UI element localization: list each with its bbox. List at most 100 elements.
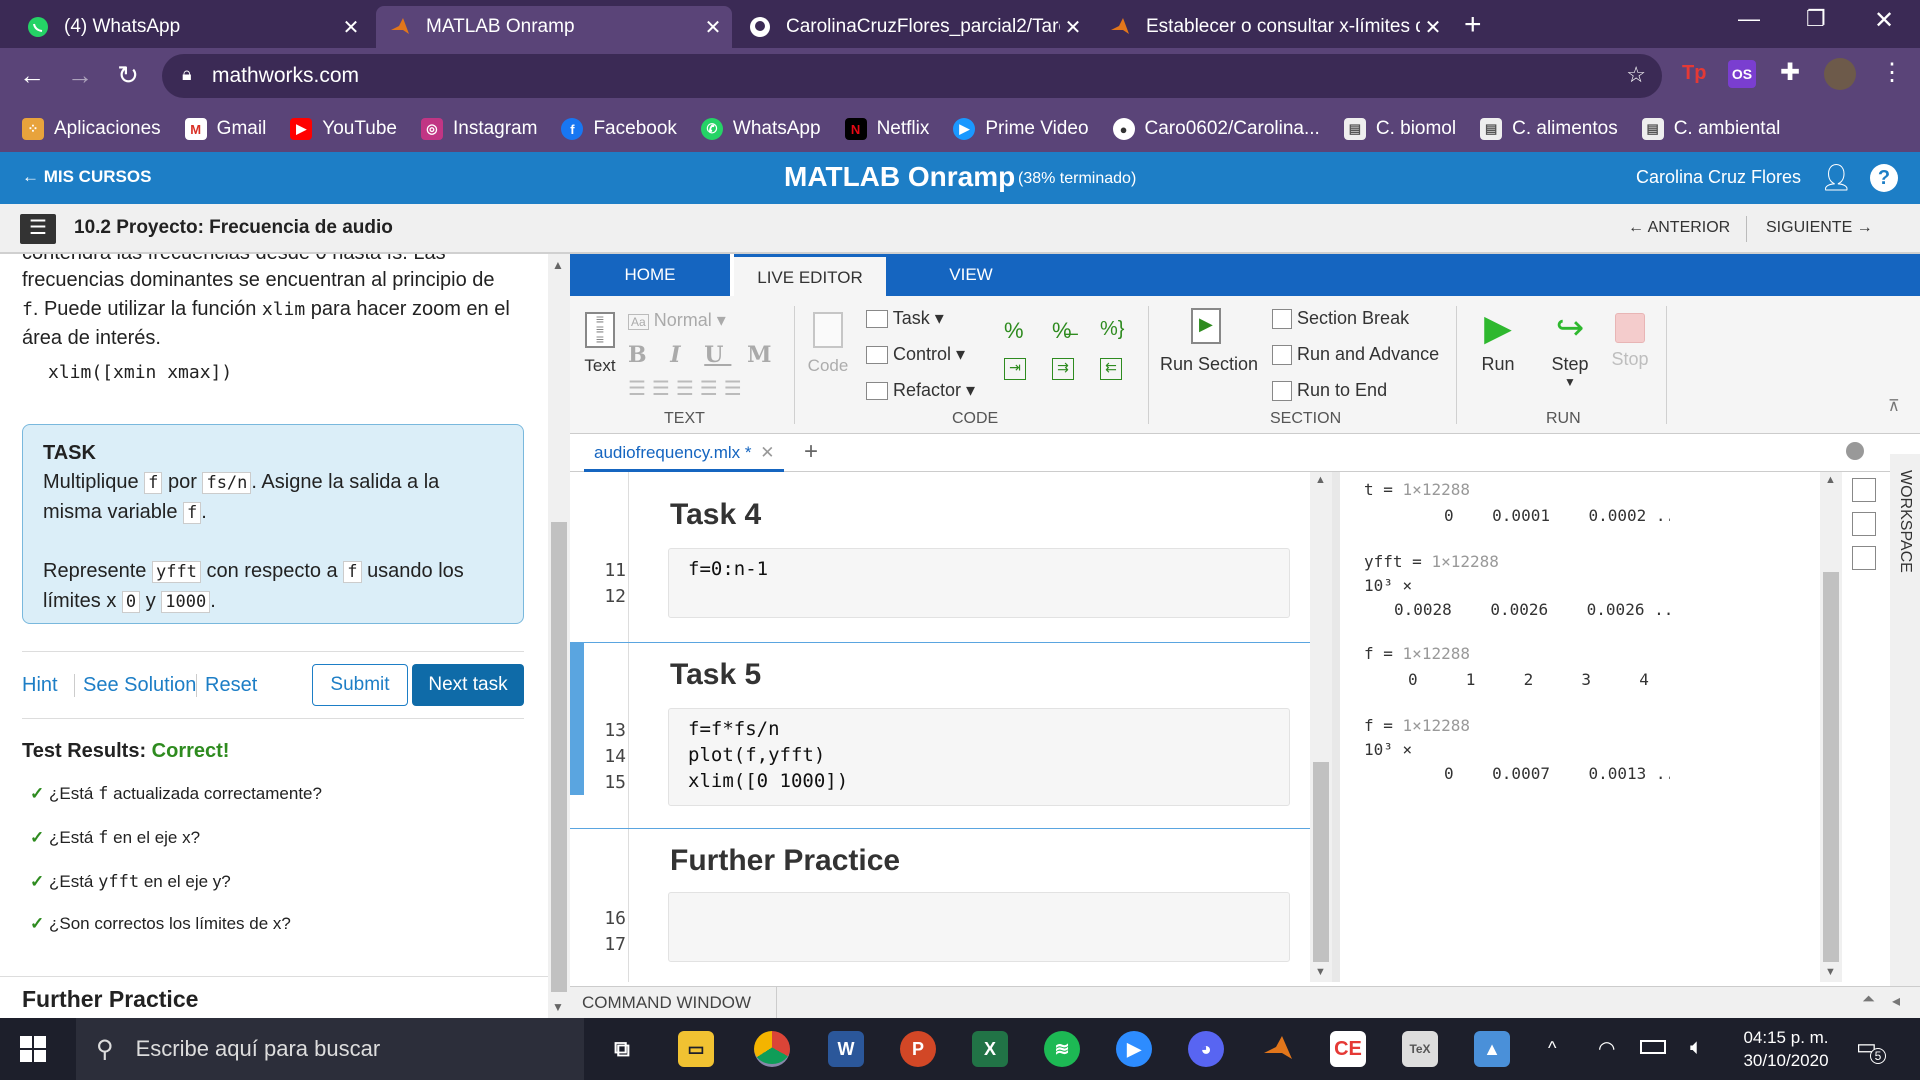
- code-button[interactable]: Code: [804, 312, 852, 376]
- close-icon[interactable]: ✕: [760, 443, 774, 462]
- extension-tp-icon[interactable]: Tp: [1682, 62, 1706, 85]
- scroll-up-arrow[interactable]: ▲: [1315, 474, 1326, 486]
- task-menu[interactable]: Task ▾: [866, 308, 944, 329]
- uncomment-icon[interactable]: %̶: [1052, 318, 1072, 344]
- collapse-icon[interactable]: ◂: [1892, 991, 1900, 1011]
- minimize-button[interactable]: —: [1738, 6, 1760, 32]
- reset-link[interactable]: Reset: [196, 674, 257, 697]
- hamburger-menu-icon[interactable]: ☰: [20, 214, 56, 244]
- tab-live-editor[interactable]: LIVE EDITOR: [734, 254, 886, 296]
- tab-view[interactable]: VIEW: [886, 254, 1056, 296]
- scroll-down-arrow[interactable]: ▼: [552, 1000, 564, 1014]
- bookmark-facebook[interactable]: f Facebook: [561, 118, 677, 140]
- pane-divider[interactable]: [1332, 472, 1340, 982]
- options-icon[interactable]: [1846, 442, 1864, 460]
- output-right-toggle-icon[interactable]: [1852, 512, 1876, 536]
- wifi-icon[interactable]: ◠: [1598, 1036, 1615, 1061]
- reload-icon[interactable]: ↻: [112, 60, 144, 91]
- close-icon[interactable]: ✕: [338, 15, 364, 40]
- forward-arrow-icon[interactable]: →: [64, 60, 96, 91]
- step-button[interactable]: ↪ Step ▼: [1540, 308, 1600, 389]
- back-to-courses-link[interactable]: ← MIS CURSOS: [22, 167, 151, 187]
- run-section-button[interactable]: ▶ Run Section: [1160, 308, 1258, 375]
- restore-button[interactable]: ❐: [1806, 6, 1826, 32]
- output-inline-toggle-icon[interactable]: [1852, 478, 1876, 502]
- scroll-down-arrow[interactable]: ▼: [1825, 966, 1836, 978]
- run-button[interactable]: ▶ Run: [1468, 308, 1528, 375]
- browser-tab-xlim-docs[interactable]: Establecer o consultar x-límites d ✕: [1096, 6, 1452, 48]
- scroll-down-arrow[interactable]: ▼: [1315, 966, 1326, 978]
- excel-icon[interactable]: X: [972, 1031, 1008, 1067]
- word-icon[interactable]: W: [828, 1031, 864, 1067]
- discord-icon[interactable]: ◕: [1188, 1031, 1224, 1067]
- decrease-indent-icon[interactable]: ⇇: [1100, 358, 1122, 380]
- command-window-bar[interactable]: COMMAND WINDOW ⏶ ◂: [570, 986, 1920, 1019]
- indent-icon[interactable]: ⇥: [1004, 358, 1026, 380]
- hide-code-toggle-icon[interactable]: [1852, 546, 1876, 570]
- code-line[interactable]: f=f*fs/n: [688, 718, 780, 740]
- output-scrollbar[interactable]: ▲ ▼: [1820, 472, 1842, 982]
- volume-icon[interactable]: 🔈︎: [1690, 1034, 1703, 1060]
- window-close-button[interactable]: ✕: [1874, 6, 1894, 35]
- clock[interactable]: 04:15 p. m. 30/10/2020: [1736, 1026, 1836, 1072]
- extensions-puzzle-icon[interactable]: ✚: [1780, 58, 1800, 87]
- close-icon[interactable]: ✕: [1060, 15, 1086, 40]
- scrollbar-thumb[interactable]: [1313, 762, 1329, 962]
- wrap-comment-icon[interactable]: %}: [1100, 318, 1124, 341]
- refactor-menu[interactable]: Refactor ▾: [866, 380, 975, 401]
- show-hidden-icons[interactable]: ^: [1548, 1038, 1556, 1059]
- bookmark-apps[interactable]: ⁘ Aplicaciones: [22, 118, 161, 140]
- star-icon[interactable]: ☆: [1626, 62, 1646, 88]
- url-field[interactable]: 🔒︎ mathworks.com ☆: [162, 54, 1662, 98]
- bookmark-prime-video[interactable]: ▶ Prime Video: [953, 118, 1089, 140]
- stop-button[interactable]: Stop: [1604, 308, 1656, 370]
- bookmark-c-biomol[interactable]: ▤ C. biomol: [1343, 118, 1456, 140]
- text-button[interactable]: ≡ ≡ ≡ Text: [580, 312, 620, 376]
- workspace-side-tab[interactable]: WORKSPACE: [1890, 454, 1920, 994]
- user-name[interactable]: Carolina Cruz Flores: [1636, 167, 1801, 188]
- close-icon[interactable]: ✕: [700, 15, 726, 40]
- browser-tab-whatsapp[interactable]: (4) WhatsApp ✕: [14, 6, 370, 48]
- help-icon[interactable]: ?: [1870, 164, 1898, 192]
- new-tab-button[interactable]: +: [1464, 8, 1482, 42]
- tab-audiofrequency[interactable]: audiofrequency.mlx * ✕: [584, 438, 785, 472]
- next-task-button[interactable]: Next task: [412, 664, 524, 706]
- editor-scrollbar[interactable]: ▲ ▼: [1310, 472, 1332, 982]
- battery-icon[interactable]: [1640, 1040, 1666, 1054]
- scrollbar-thumb[interactable]: [551, 522, 567, 992]
- notification-center-icon[interactable]: ▭ 5: [1856, 1034, 1886, 1064]
- increase-indent-icon[interactable]: ⇉: [1052, 358, 1074, 380]
- browser-menu-icon[interactable]: ⋮: [1880, 58, 1904, 87]
- chrome-icon[interactable]: [754, 1031, 790, 1067]
- scroll-up-arrow[interactable]: ▲: [552, 258, 564, 272]
- collapse-ribbon-icon[interactable]: ⊼: [1888, 396, 1900, 416]
- section-break-button[interactable]: Section Break: [1272, 308, 1409, 330]
- chevron-down-icon[interactable]: ▼: [1540, 375, 1600, 389]
- bookmark-c-alimentos[interactable]: ▤ C. alimentos: [1480, 118, 1618, 140]
- browser-tab-matlab-onramp[interactable]: MATLAB Onramp ✕: [376, 6, 732, 48]
- scrollbar-thumb[interactable]: [1823, 572, 1839, 962]
- left-scrollbar-track[interactable]: ▲ ▼: [548, 254, 570, 1018]
- control-menu[interactable]: Control ▾: [866, 344, 965, 365]
- style-dropdown[interactable]: Aa Normal ▾: [628, 310, 726, 331]
- close-icon[interactable]: ✕: [1420, 15, 1446, 40]
- add-tab-icon[interactable]: +: [804, 438, 818, 466]
- code-line[interactable]: xlim([0 1000]): [688, 770, 848, 792]
- bookmark-instagram[interactable]: ◎ Instagram: [420, 118, 537, 140]
- run-to-end-button[interactable]: Run to End: [1272, 380, 1387, 402]
- code-line[interactable]: plot(f,yfft): [688, 744, 825, 766]
- profile-avatar[interactable]: [1824, 58, 1856, 90]
- tab-home[interactable]: HOME: [570, 254, 730, 296]
- taskbar-search-box[interactable]: ⚲ Escribe aquí para buscar: [76, 1018, 584, 1080]
- bookmark-netflix[interactable]: N Netflix: [844, 118, 929, 140]
- comment-icon[interactable]: %: [1004, 318, 1024, 344]
- powerpoint-icon[interactable]: P: [900, 1031, 936, 1067]
- bookmark-github[interactable]: ● Caro0602/Carolina...: [1112, 118, 1320, 140]
- texmaker-icon[interactable]: TeX: [1402, 1031, 1438, 1067]
- hint-link[interactable]: Hint: [22, 674, 58, 697]
- photos-icon[interactable]: ▲: [1474, 1031, 1510, 1067]
- ce-app-icon[interactable]: CE: [1330, 1031, 1366, 1067]
- next-link[interactable]: SIGUIENTE →: [1766, 219, 1873, 237]
- submit-button[interactable]: Submit: [312, 664, 408, 706]
- see-solution-link[interactable]: See Solution: [74, 674, 196, 697]
